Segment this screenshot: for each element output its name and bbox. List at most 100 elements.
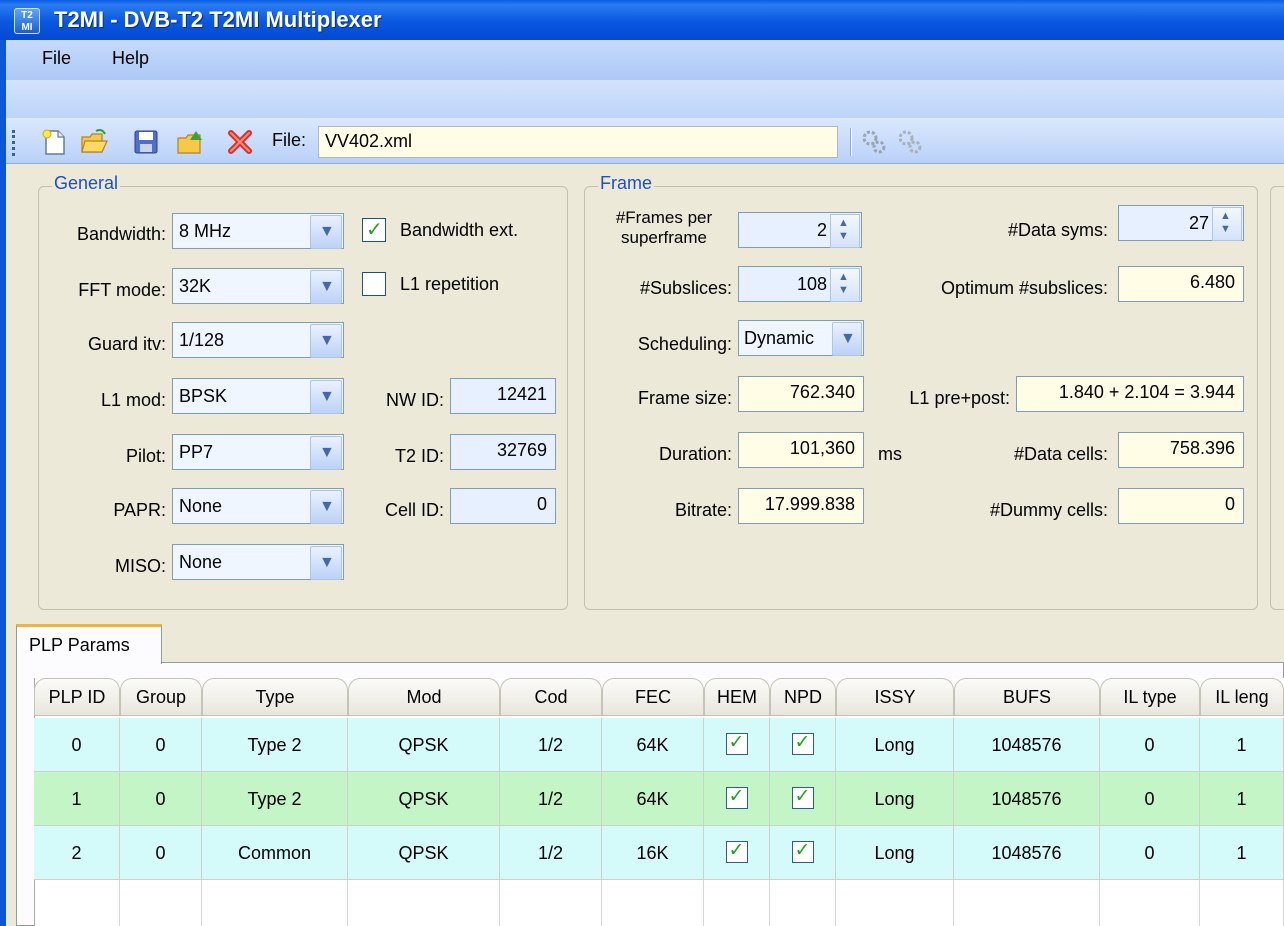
cell-group[interactable]: 0 [120, 718, 202, 772]
column-header-type[interactable]: Type [202, 678, 348, 716]
cell-mod[interactable]: QPSK [348, 772, 500, 826]
cell-group[interactable]: 0 [120, 826, 202, 880]
npd-checkbox[interactable]: ✓ [791, 732, 814, 755]
cell-bufs[interactable]: 1048576 [954, 772, 1100, 826]
new-file-icon[interactable] [40, 128, 68, 156]
save-icon[interactable] [132, 128, 160, 156]
chevron-down-icon[interactable]: ▼ [832, 322, 862, 356]
bandwidth-select[interactable]: 8 MHz ▼ [172, 213, 344, 249]
close-file-icon[interactable] [226, 128, 254, 156]
cell-il-len[interactable]: 1 [1200, 772, 1284, 826]
cell-type[interactable]: Common [202, 826, 348, 880]
chevron-down-icon[interactable]: ▼ [310, 436, 342, 470]
spinner-arrows-icon[interactable]: ▲ ▼ [1212, 207, 1242, 241]
next-group-edge [1270, 186, 1284, 610]
miso-label: MISO: [114, 556, 166, 576]
cell-mod[interactable]: QPSK [348, 718, 500, 772]
dummy-cells-field: 0 [1118, 488, 1244, 524]
menu-bar [6, 40, 1284, 80]
cell-il-type[interactable]: 0 [1100, 772, 1200, 826]
open-folder-icon[interactable] [80, 128, 108, 156]
guard-itv-select[interactable]: 1/128 ▼ [172, 322, 344, 358]
cell-plp-id[interactable]: 2 [34, 826, 120, 880]
toolbar-grip[interactable] [12, 130, 16, 156]
cell-il-type[interactable]: 0 [1100, 718, 1200, 772]
npd-checkbox[interactable]: ✓ [791, 840, 814, 863]
chevron-down-icon[interactable]: ▼ [310, 546, 342, 580]
t2-id-field[interactable]: 32769 [450, 434, 556, 470]
cell-cod[interactable]: 1/2 [500, 772, 602, 826]
column-header-npd[interactable]: NPD [770, 678, 836, 716]
pilot-select[interactable]: PP7 ▼ [172, 434, 344, 470]
cell-bufs[interactable]: 1048576 [954, 826, 1100, 880]
column-header-il-type[interactable]: IL type [1100, 678, 1200, 716]
chevron-down-icon[interactable]: ▼ [310, 215, 342, 249]
column-header-bufs[interactable]: BUFS [954, 678, 1100, 716]
hem-checkbox[interactable]: ✓ [725, 840, 748, 863]
cell-issy[interactable]: Long [836, 718, 954, 772]
cell-fec[interactable]: 16K [602, 826, 704, 880]
cell-id-field[interactable]: 0 [450, 488, 556, 524]
l1-mod-select[interactable]: BPSK ▼ [172, 378, 344, 414]
cell-cod[interactable]: 1/2 [500, 718, 602, 772]
column-header-plp-id[interactable]: PLP ID [34, 678, 120, 716]
chevron-down-icon[interactable]: ▼ [310, 324, 342, 358]
nw-id-field[interactable]: 12421 [450, 378, 556, 414]
subslices-spinner[interactable]: 108 ▲ ▼ [738, 266, 862, 302]
t2-id-label: T2 ID: [394, 446, 444, 466]
spinner-arrows-icon[interactable]: ▲ ▼ [830, 214, 860, 248]
frames-per-superframe-spinner[interactable]: 2 ▲ ▼ [738, 212, 862, 248]
gears-disabled-icon[interactable] [860, 128, 888, 156]
chevron-down-icon[interactable]: ▼ [310, 380, 342, 414]
cell-il-len[interactable]: 1 [1200, 718, 1284, 772]
menu-help[interactable]: Help [112, 48, 149, 69]
column-header-fec[interactable]: FEC [602, 678, 704, 716]
menu-file[interactable]: File [42, 48, 71, 69]
papr-label: PAPR: [113, 500, 166, 520]
empty-new-row[interactable] [34, 880, 1284, 926]
checkmark-icon: ✓ [728, 786, 745, 807]
papr-select[interactable]: None ▼ [172, 488, 344, 524]
grid-line [601, 880, 602, 926]
cell-plp-id[interactable]: 0 [34, 718, 120, 772]
column-header-mod[interactable]: Mod [348, 678, 500, 716]
hem-checkbox[interactable]: ✓ [725, 786, 748, 809]
bandwidth-ext-checkbox[interactable]: ✓ [362, 218, 386, 242]
column-header-cod[interactable]: Cod [500, 678, 602, 716]
hem-checkbox[interactable]: ✓ [725, 732, 748, 755]
cell-group[interactable]: 0 [120, 772, 202, 826]
file-label: File: [272, 130, 307, 150]
spinner-arrows-icon[interactable]: ▲ ▼ [830, 268, 860, 302]
scheduling-select[interactable]: Dynamic ▼ [738, 320, 864, 356]
cell-issy[interactable]: Long [836, 772, 954, 826]
cell-plp-id[interactable]: 1 [34, 772, 120, 826]
cell-type[interactable]: Type 2 [202, 718, 348, 772]
cell-il-type[interactable]: 0 [1100, 826, 1200, 880]
cell-issy[interactable]: Long [836, 826, 954, 880]
gears-run-disabled-icon[interactable] [896, 128, 924, 156]
column-header-group[interactable]: Group [120, 678, 202, 716]
cell-fec[interactable]: 64K [602, 772, 704, 826]
miso-select[interactable]: None ▼ [172, 544, 344, 580]
tab-plp-params[interactable]: PLP Params [16, 624, 162, 664]
cell-hem: ✓ [704, 826, 770, 880]
cell-cod[interactable]: 1/2 [500, 826, 602, 880]
npd-checkbox[interactable]: ✓ [791, 786, 814, 809]
fft-mode-select[interactable]: 32K ▼ [172, 268, 344, 304]
column-header-hem[interactable]: HEM [704, 678, 770, 716]
cell-type[interactable]: Type 2 [202, 772, 348, 826]
cell-mod[interactable]: QPSK [348, 826, 500, 880]
chevron-down-icon[interactable]: ▼ [310, 490, 342, 524]
chevron-down-icon[interactable]: ▼ [310, 270, 342, 304]
grid-line [769, 880, 770, 926]
data-syms-spinner[interactable]: 27 ▲ ▼ [1118, 205, 1244, 241]
l1-repetition-checkbox[interactable] [362, 272, 386, 296]
column-header-issy[interactable]: ISSY [836, 678, 954, 716]
cell-fec[interactable]: 64K [602, 718, 704, 772]
file-name-field[interactable]: VV402.xml [318, 126, 838, 158]
save-as-folder-icon[interactable] [176, 128, 204, 156]
cell-bufs[interactable]: 1048576 [954, 718, 1100, 772]
cell-il-len[interactable]: 1 [1200, 826, 1284, 880]
nw-id-label: NW ID: [386, 390, 444, 410]
column-header-il-len[interactable]: IL leng [1200, 678, 1284, 716]
